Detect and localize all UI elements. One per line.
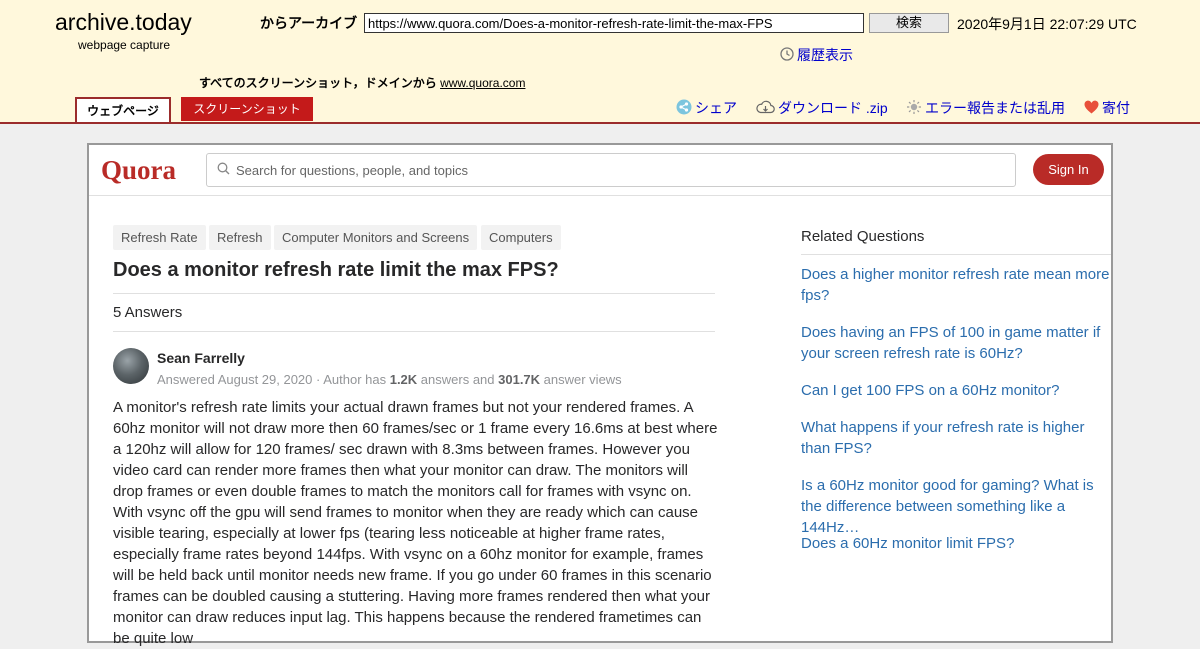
topic-chip[interactable]: Refresh Rate (113, 225, 206, 250)
topic-chip[interactable]: Computer Monitors and Screens (274, 225, 478, 250)
related-question-link[interactable]: Does a 60Hz monitor limit FPS? (801, 533, 1113, 554)
search-button[interactable]: 検索 (869, 13, 949, 33)
archive-from-label: からアーカイブ (260, 15, 358, 31)
related-question-link[interactable]: Does a higher monitor refresh rate mean … (801, 264, 1113, 306)
related-question-link[interactable]: Can I get 100 FPS on a 60Hz monitor? (801, 380, 1113, 401)
question-title: Does a monitor refresh rate limit the ma… (113, 259, 559, 281)
all-screenshots-line: すべてのスクリーンショット，ドメインから www.quora.com (199, 74, 525, 91)
share-link[interactable]: シェア (676, 98, 737, 118)
meta-suffix: answer views (540, 372, 622, 387)
divider (801, 254, 1111, 255)
cloud-download-icon (756, 100, 775, 117)
all-screenshots-text: すべてのスクリーンショット，ドメインから (199, 76, 437, 90)
history-link-label: 履歴表示 (797, 47, 853, 63)
related-question-link[interactable]: Is a 60Hz monitor good for gaming? What … (801, 475, 1113, 538)
share-link-label: シェア (695, 100, 737, 116)
archive-header: archive.today webpage capture からアーカイブ 検索… (0, 0, 1200, 124)
domain-link[interactable]: www.quora.com (440, 76, 525, 90)
heart-icon (1084, 100, 1099, 117)
views-count: 301.7K (498, 372, 541, 387)
donate-link[interactable]: 寄付 (1084, 98, 1130, 118)
report-link-label: エラー報告または乱用 (925, 100, 1065, 116)
related-question-link[interactable]: What happens if your refresh rate is hig… (801, 417, 1113, 459)
author-meta: Answered August 29, 2020 · Author has 1.… (157, 372, 622, 387)
archived-page-frame: Quora Search for questions, people, and … (87, 143, 1113, 647)
tab-screenshot[interactable]: スクリーンショット (181, 97, 313, 121)
capture-date: 2020年9月1日 22:07:29 UTC (957, 16, 1137, 32)
avatar[interactable] (113, 348, 149, 384)
quora-logo[interactable]: Quora (101, 155, 176, 186)
answers-count: 1.2K (389, 372, 418, 387)
archive-url-input[interactable] (364, 13, 864, 33)
share-icon (676, 99, 692, 118)
sign-in-button[interactable]: Sign In (1033, 154, 1104, 185)
download-link[interactable]: ダウンロード .zip (756, 98, 888, 118)
archive-logo-title[interactable]: archive.today (55, 9, 192, 36)
report-link[interactable]: エラー報告または乱用 (906, 98, 1065, 118)
divider (113, 331, 715, 332)
author-name[interactable]: Sean Farrelly (157, 350, 245, 366)
clock-icon (780, 46, 794, 64)
answer-count: 5 Answers (113, 304, 183, 321)
related-question-link[interactable]: Does having an FPS of 100 in game matter… (801, 322, 1113, 364)
search-icon (217, 162, 230, 178)
history-link[interactable]: 履歴表示 (780, 45, 853, 65)
meta-middle: answers and (417, 372, 499, 387)
tab-webpage[interactable]: ウェブページ (75, 97, 171, 122)
answer-text: A monitor's refresh rate limits your act… (113, 399, 718, 647)
archive-logo-subtitle: webpage capture (78, 38, 171, 52)
related-questions-heading: Related Questions (801, 228, 925, 245)
topic-chip[interactable]: Computers (481, 225, 561, 250)
divider (113, 293, 715, 294)
download-link-label: ダウンロード .zip (778, 100, 888, 116)
quora-header: Quora Search for questions, people, and … (89, 145, 1111, 196)
donate-link-label: 寄付 (1102, 100, 1130, 116)
quora-search-input[interactable]: Search for questions, people, and topics (206, 153, 1016, 187)
meta-prefix: Answered August 29, 2020 · Author has (157, 372, 390, 387)
topic-chip[interactable]: Refresh (209, 225, 271, 250)
search-placeholder: Search for questions, people, and topics (236, 162, 468, 178)
lightbulb-icon (906, 99, 922, 118)
